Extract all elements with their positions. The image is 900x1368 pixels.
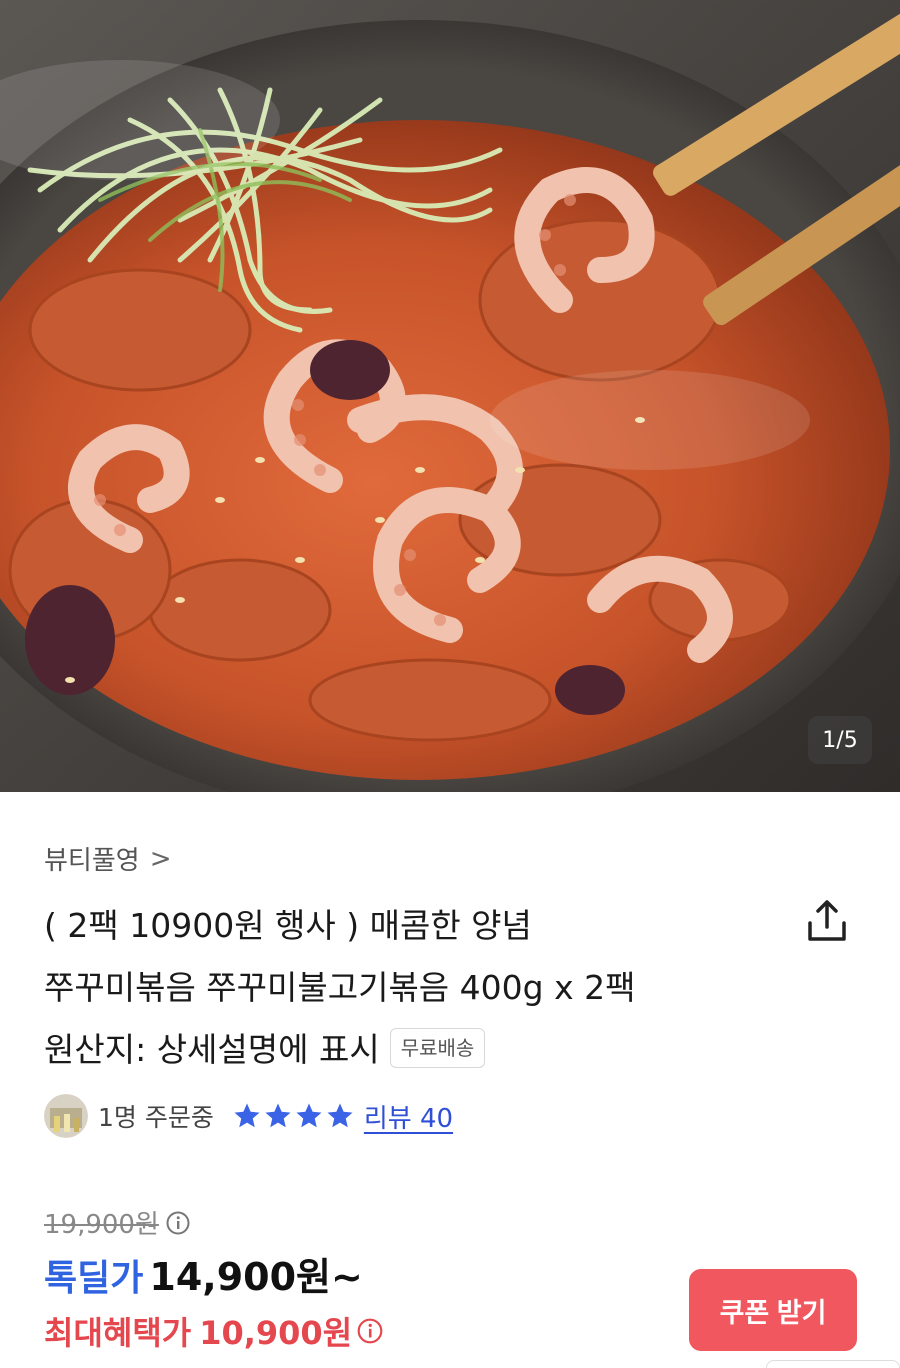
product-title-line-3: 원산지: 상세설명에 표시: [44, 1030, 380, 1069]
order-count-text: 1명 주문중: [98, 1103, 214, 1132]
review-link[interactable]: 리뷰 40: [364, 1098, 453, 1135]
product-image-gallery[interactable]: 1/5: [0, 0, 900, 792]
max-benefit-price: 10,900원: [199, 1314, 353, 1352]
star-icon: [296, 1103, 322, 1128]
seller-link[interactable]: 뷰티풀영 >: [44, 840, 171, 877]
seller-name: 뷰티풀영: [44, 846, 140, 876]
star-icon: [234, 1103, 260, 1128]
info-icon[interactable]: [356, 1317, 384, 1345]
product-photo: [0, 0, 900, 792]
get-coupon-button[interactable]: 쿠폰 받기: [689, 1269, 857, 1351]
max-benefit-row: 최대혜택가 10,900원: [44, 1308, 384, 1354]
free-shipping-badge: 무료배송: [389, 1027, 486, 1068]
original-price: 19,900원: [44, 1210, 159, 1240]
max-benefit-label: 최대혜택가: [44, 1314, 192, 1352]
deal-label: 톡딜가: [44, 1258, 144, 1299]
product-title-line-1: ( 2팩 10900원 행사 ) 매콤한 양념: [44, 906, 532, 945]
image-page-indicator: 1/5: [808, 716, 872, 764]
bottom-sheet-edge: [766, 1360, 900, 1368]
star-icon: [327, 1103, 353, 1128]
share-icon[interactable]: [800, 895, 854, 949]
deal-price: 14,900원~: [149, 1255, 363, 1299]
product-title-line-2: 쭈꾸미볶음 쭈꾸미불고기볶음 400g x 2팩: [44, 968, 636, 1007]
product-title: ( 2팩 10900원 행사 ) 매콤한 양념 쭈꾸미볶음 쭈꾸미불고기볶음 4…: [44, 895, 764, 1081]
buyer-avatar: [44, 1094, 88, 1138]
social-proof-row: 1명 주문중 리뷰 40: [44, 1094, 453, 1138]
chevron-right-icon: >: [149, 843, 172, 874]
star-icon: [265, 1103, 291, 1128]
original-price-row: 19,900원: [44, 1204, 191, 1241]
rating-stars: [232, 1101, 356, 1131]
info-icon[interactable]: [165, 1210, 191, 1236]
deal-price-row: 톡딜가 14,900원~: [44, 1246, 363, 1301]
